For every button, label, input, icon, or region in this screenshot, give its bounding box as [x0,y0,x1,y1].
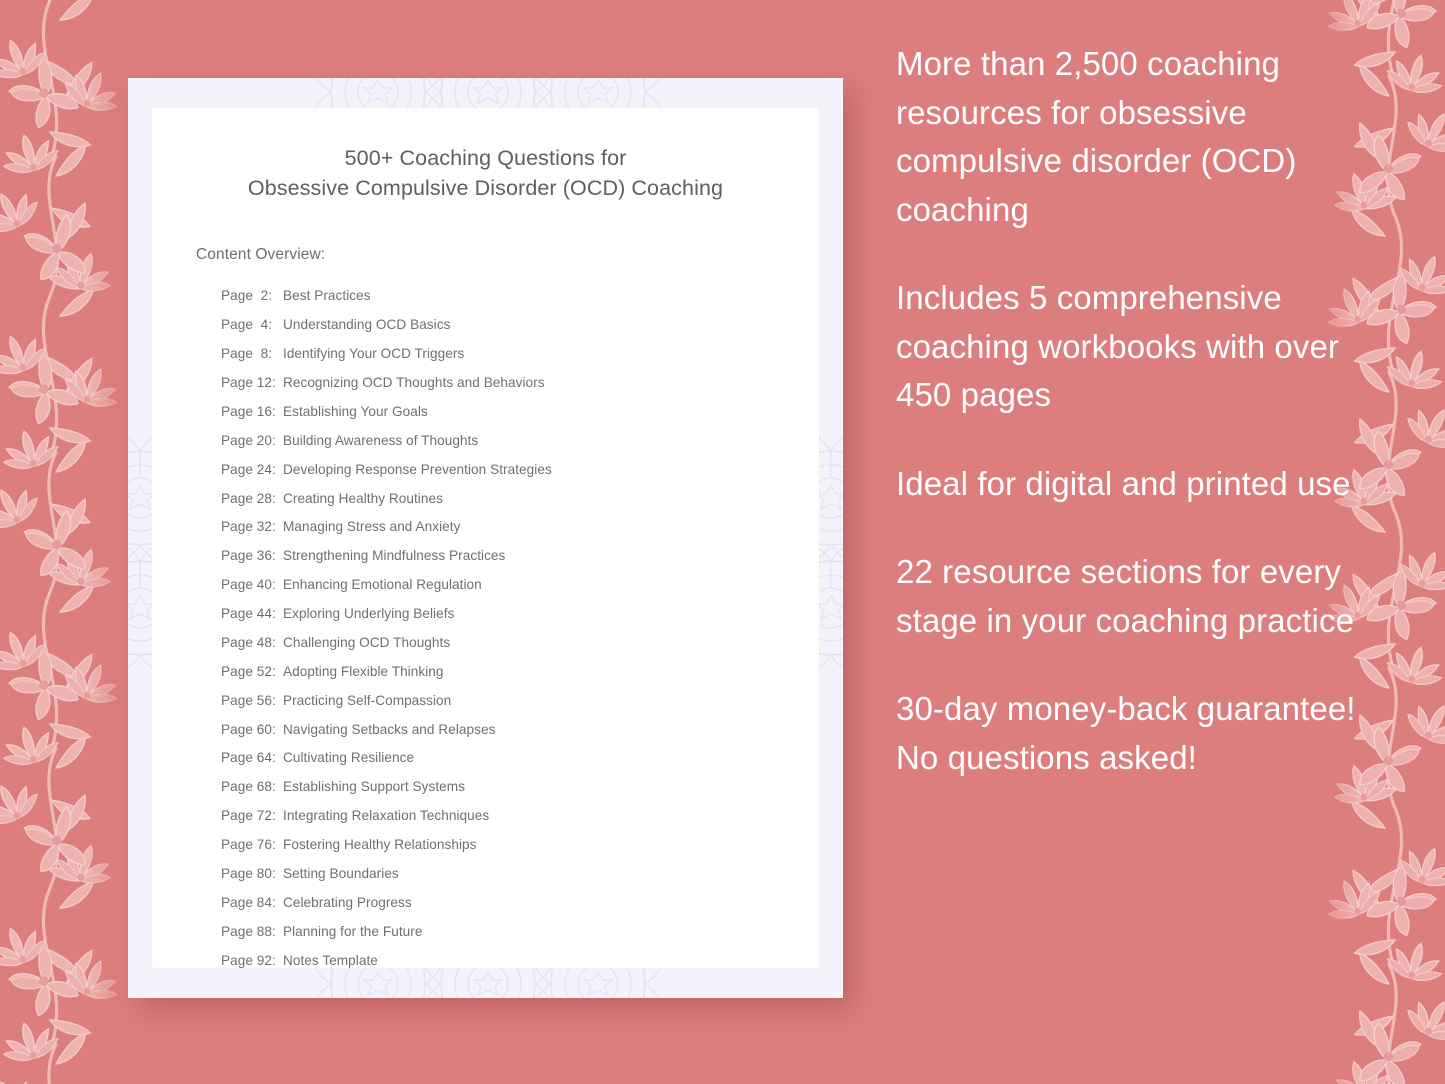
toc-entry-title: Integrating Relaxation Techniques [283,808,490,824]
toc-entry: Page 40: Enhancing Emotional Regulation [221,571,775,600]
promo-block: Ideal for digital and printed use [896,464,1351,502]
toc-entry-page: Page 32: [221,519,276,535]
promo-block: More than 2,500 coaching resources for o… [896,45,1297,228]
toc-entry-page: Page 72: [221,808,276,824]
toc-entry: Page 4: Understanding OCD Basics [221,311,775,340]
toc-entry-page: Page 8: [221,346,273,362]
toc-entry-page: Page 56: [221,692,276,708]
toc-entry: Page 64: Cultivating Resilience [221,744,775,773]
toc-entry-page: Page 68: [221,779,276,795]
table-of-contents: Page 2: Best Practices Page 4: Understandin… [196,282,775,975]
toc-entry: Page 8: Identifying Your OCD Triggers [221,340,775,369]
toc-entry-title: Exploring Underlying Beliefs [283,606,455,622]
toc-entry-page: Page 80: [221,865,276,881]
toc-entry-page: Page 16: [221,403,276,419]
toc-entry: Page 80: Setting Boundaries [221,860,775,889]
toc-entry: Page 76: Fostering Healthy Relationships [221,831,775,860]
toc-entry-title: Practicing Self-Compassion [283,692,452,708]
toc-entry: Page 24: Developing Response Prevention S… [221,455,775,484]
toc-entry-title: Cultivating Resilience [283,750,415,766]
toc-entry: Page 12: Recognizing OCD Thoughts and Beh… [221,369,775,398]
content-overview-label: Content Overview: [196,246,326,263]
toc-entry-title: Recognizing OCD Thoughts and Behaviors [283,375,545,391]
toc-entry: Page 60: Navigating Setbacks and Relapses [221,715,775,744]
toc-entry-page: Page 84: [221,894,276,910]
toc-entry: Page 68: Establishing Support Systems [221,773,775,802]
toc-entry-page: Page 4: [221,317,273,333]
toc-entry-page: Page 36: [221,548,276,564]
promo-block: 22 resource sections for every stage in … [896,553,1355,639]
toc-entry-page: Page 52: [221,663,276,679]
toc-entry: Page 44: Exploring Underlying Beliefs [221,600,775,629]
toc-entry: Page 16: Establishing Your Goals [221,398,775,427]
toc-entry: Page 88: Planning for the Future [221,917,775,946]
toc-entry-title: Challenging OCD Thoughts [283,634,451,650]
promo-block: Includes 5 comprehensive coaching workbo… [896,279,1340,413]
toc-entry: Page 52: Adopting Flexible Thinking [221,657,775,686]
toc-entry-title: Adopting Flexible Thinking [283,663,444,679]
toc-entry-page: Page 48: [221,634,276,650]
toc-entry: Page 72: Integrating Relaxation Technique… [221,802,775,831]
toc-entry: Page 2: Best Practices [221,282,775,311]
toc-entry-page: Page 88: [221,923,276,939]
promo-block: 30-day money-back guarantee! No question… [896,690,1356,776]
document-page: 500+ Coaching Questions for Obsessive Co… [152,108,819,968]
toc-entry-page: Page 28: [221,490,276,506]
toc-entry-title: Setting Boundaries [283,865,399,881]
toc-entry-title: Establishing Support Systems [283,779,465,795]
toc-entry: Page 28: Creating Healthy Routines [221,484,775,513]
toc-entry-title: Establishing Your Goals [283,403,428,419]
document-title-line-2: Obsessive Compulsive Disorder (OCD) Coac… [247,175,724,200]
toc-entry: Page 56: Practicing Self-Compassion [221,686,775,715]
toc-entry-title: Understanding OCD Basics [283,317,451,333]
toc-entry-page: Page 60: [221,721,276,737]
toc-entry: Page 32: Managing Stress and Anxiety [221,513,775,542]
toc-entry-page: Page 92: [221,952,276,968]
toc-entry: Page 84: Celebrating Progress [221,888,775,917]
toc-entry-page: Page 12: [221,375,276,391]
toc-entry-page: Page 76: [221,837,276,853]
toc-entry-title: Fostering Healthy Relationships [283,837,477,853]
floral-border-left [0,0,134,1084]
document-card: 500+ Coaching Questions for Obsessive Co… [128,78,843,998]
toc-entry: Page 36: Strengthening Mindfulness Practi… [221,542,775,571]
document-title: 500+ Coaching Questions for Obsessive Co… [196,144,775,203]
toc-entry-title: Notes Template [283,952,378,968]
toc-entry-title: Building Awareness of Thoughts [283,432,479,448]
toc-entry-page: Page 44: [221,606,276,622]
toc-entry-title: Strengthening Mindfulness Practices [283,548,506,564]
toc-entry-page: Page 20: [221,432,276,448]
toc-entry-title: Planning for the Future [283,923,423,939]
promo-text-column: More than 2,500 coaching resources for o… [896,40,1366,782]
toc-entry-page: Page 2: [221,288,273,304]
toc-entry-title: Best Practices [283,288,371,304]
toc-entry-page: Page 24: [221,461,276,477]
toc-entry: Page 48: Challenging OCD Thoughts [221,629,775,658]
toc-entry-page: Page 40: [221,577,276,593]
toc-entry: Page 20: Building Awareness of Thoughts [221,426,775,455]
toc-entry-title: Managing Stress and Anxiety [283,519,461,535]
toc-entry-title: Creating Healthy Routines [283,490,443,506]
toc-entry-title: Identifying Your OCD Triggers [283,346,465,362]
document-title-line-1: 500+ Coaching Questions for [344,146,627,170]
toc-entry-title: Developing Response Prevention Strategie… [283,461,552,477]
toc-entry: Page 92: Notes Template [221,946,775,975]
toc-entry-page: Page 64: [221,750,276,766]
toc-entry-title: Celebrating Progress [283,894,412,910]
toc-entry-title: Enhancing Emotional Regulation [283,577,482,593]
toc-entry-title: Navigating Setbacks and Relapses [283,721,496,737]
